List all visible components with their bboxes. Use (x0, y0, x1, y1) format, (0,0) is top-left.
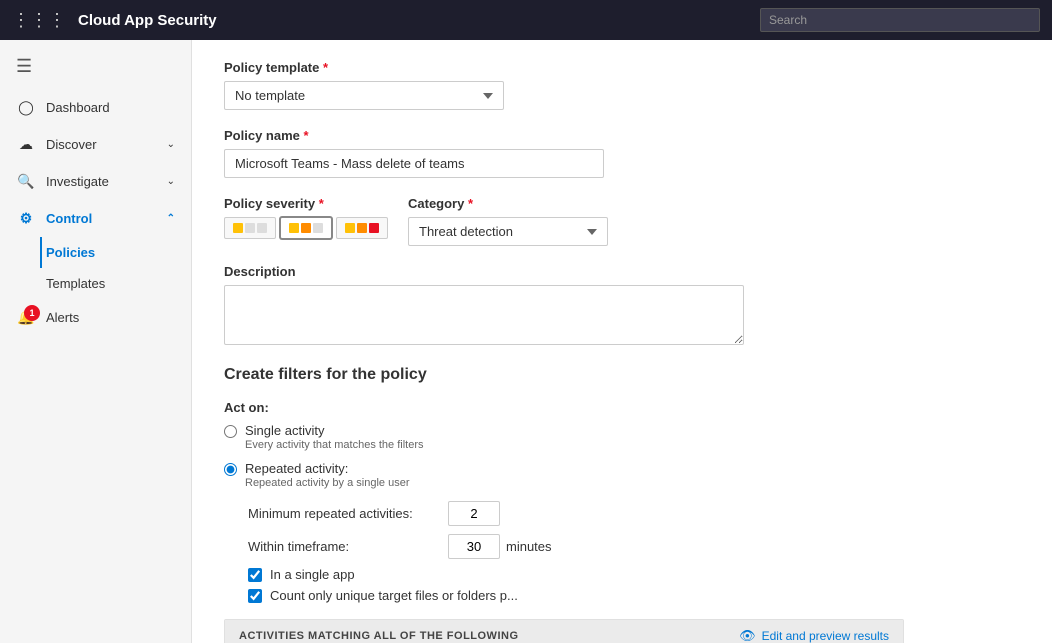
required-marker: * (319, 196, 324, 211)
filter-box-header: ACTIVITIES MATCHING ALL OF THE FOLLOWING… (225, 620, 903, 643)
required-marker: * (304, 128, 309, 143)
category-select[interactable]: Threat detection (408, 217, 608, 246)
edit-preview-button[interactable]: 👁 Edit and preview results (739, 628, 889, 643)
sidebar-item-label: Alerts (46, 310, 79, 325)
sidebar-item-discover[interactable]: ☁ Discover ⌄ (0, 126, 191, 163)
severity-dot-empty1 (245, 223, 255, 233)
description-textarea[interactable] (224, 285, 744, 345)
category-label: Category * (408, 196, 608, 211)
eye-icon: 👁 (739, 628, 756, 643)
timeframe-input[interactable] (448, 534, 500, 559)
waffle-icon[interactable]: ⋮⋮⋮ (12, 10, 66, 31)
min-repeated-label: Minimum repeated activities: (248, 506, 448, 521)
required-marker: * (323, 60, 328, 75)
repeated-options: Minimum repeated activities: Within time… (224, 501, 1020, 603)
in-single-app-label: In a single app (270, 567, 355, 582)
severity-high-button[interactable] (336, 217, 388, 239)
policy-template-select[interactable]: No template (224, 81, 504, 110)
sidebar-item-dashboard[interactable]: ◯ Dashboard (0, 89, 191, 126)
repeated-activity-option[interactable]: Repeated activity: Repeated activity by … (224, 461, 1020, 489)
severity-category-row: Policy severity * (224, 196, 1020, 264)
sidebar-item-label: Discover (46, 137, 97, 152)
chevron-up-icon: ⌃ (167, 213, 175, 224)
chevron-down-icon: ⌄ (167, 139, 175, 150)
policy-name-input[interactable] (224, 149, 604, 178)
sidebar-item-label: Investigate (46, 174, 109, 189)
repeated-activity-text: Repeated activity: Repeated activity by … (245, 461, 409, 489)
severity-low-button[interactable] (224, 217, 276, 239)
sidebar-item-alerts[interactable]: 🔔 1 Alerts (0, 299, 191, 336)
severity-buttons (224, 217, 388, 239)
severity-dot-high (369, 223, 379, 233)
single-activity-radio[interactable] (224, 425, 237, 438)
category-group: Category * Threat detection (408, 196, 608, 246)
sidebar-item-investigate[interactable]: 🔍 Investigate ⌄ (0, 163, 191, 200)
search-input[interactable] (760, 8, 1040, 32)
policy-name-label: Policy name * (224, 128, 604, 143)
severity-dot-low (233, 223, 243, 233)
topbar: ⋮⋮⋮ Cloud App Security (0, 0, 1052, 40)
act-on-radio-group: Single activity Every activity that matc… (224, 423, 1020, 489)
severity-dot-low (289, 223, 299, 233)
repeated-activity-label: Repeated activity: (245, 461, 409, 476)
discover-icon: ☁ (16, 136, 36, 153)
control-icon: ⚙ (16, 210, 36, 227)
investigate-icon: 🔍 (16, 173, 36, 190)
sidebar-item-templates[interactable]: Templates (46, 268, 191, 299)
policy-name-group: Policy name * (224, 128, 604, 178)
single-activity-text: Single activity Every activity that matc… (245, 423, 424, 451)
act-on-label: Act on: (224, 400, 1020, 415)
filters-section-title: Create filters for the policy (224, 366, 1020, 384)
severity-medium-button[interactable] (280, 217, 332, 239)
severity-dot-empty2 (257, 223, 267, 233)
in-single-app-row: In a single app (248, 567, 1020, 582)
severity-dot-empty (313, 223, 323, 233)
repeated-activity-sub: Repeated activity by a single user (245, 477, 409, 489)
sidebar-item-label: Control (46, 211, 92, 226)
policy-severity-group: Policy severity * (224, 196, 388, 239)
single-activity-label: Single activity (245, 423, 424, 438)
sidebar-item-control[interactable]: ⚙ Control ⌃ (0, 200, 191, 237)
min-repeated-row: Minimum repeated activities: (248, 501, 1020, 526)
sidebar-sub-menu: Policies Templates (0, 237, 191, 299)
alert-badge: 1 (24, 305, 40, 321)
description-label: Description (224, 264, 744, 279)
within-timeframe-label: Within timeframe: (248, 539, 448, 554)
chevron-down-icon: ⌄ (167, 176, 175, 187)
sidebar-item-label: Dashboard (46, 100, 110, 115)
sidebar: ☰ ◯ Dashboard ☁ Discover ⌄ 🔍 Investigate… (0, 40, 192, 643)
filter-box: ACTIVITIES MATCHING ALL OF THE FOLLOWING… (224, 619, 904, 643)
dashboard-icon: ◯ (16, 99, 36, 116)
count-unique-checkbox[interactable] (248, 589, 262, 603)
sidebar-sub-label: Templates (46, 276, 105, 291)
edit-preview-label: Edit and preview results (762, 629, 889, 643)
alerts-icon: 🔔 1 (16, 309, 36, 326)
single-activity-option[interactable]: Single activity Every activity that matc… (224, 423, 1020, 451)
min-repeated-input[interactable] (448, 501, 500, 526)
severity-dot-low (345, 223, 355, 233)
severity-dot-med (301, 223, 311, 233)
content-area: Policy template * No template Policy nam… (192, 40, 1052, 643)
policy-template-label: Policy template * (224, 60, 504, 75)
repeated-activity-radio[interactable] (224, 463, 237, 476)
in-single-app-checkbox[interactable] (248, 568, 262, 582)
sidebar-hamburger[interactable]: ☰ (0, 48, 191, 89)
count-unique-label: Count only unique target files or folder… (270, 588, 518, 603)
sidebar-sub-label: Policies (46, 245, 95, 260)
single-activity-sub: Every activity that matches the filters (245, 439, 424, 451)
count-unique-row: Count only unique target files or folder… (248, 588, 1020, 603)
main-layout: ☰ ◯ Dashboard ☁ Discover ⌄ 🔍 Investigate… (0, 40, 1052, 643)
required-marker: * (468, 196, 473, 211)
severity-dot-med (357, 223, 367, 233)
sidebar-item-policies[interactable]: Policies (40, 237, 191, 268)
filter-box-title: ACTIVITIES MATCHING ALL OF THE FOLLOWING (239, 630, 519, 642)
timeframe-row: Within timeframe: minutes (248, 534, 1020, 559)
app-title: Cloud App Security (78, 12, 217, 29)
policy-severity-label: Policy severity * (224, 196, 388, 211)
policy-template-group: Policy template * No template (224, 60, 504, 110)
description-group: Description (224, 264, 744, 348)
minutes-label: minutes (506, 539, 552, 554)
